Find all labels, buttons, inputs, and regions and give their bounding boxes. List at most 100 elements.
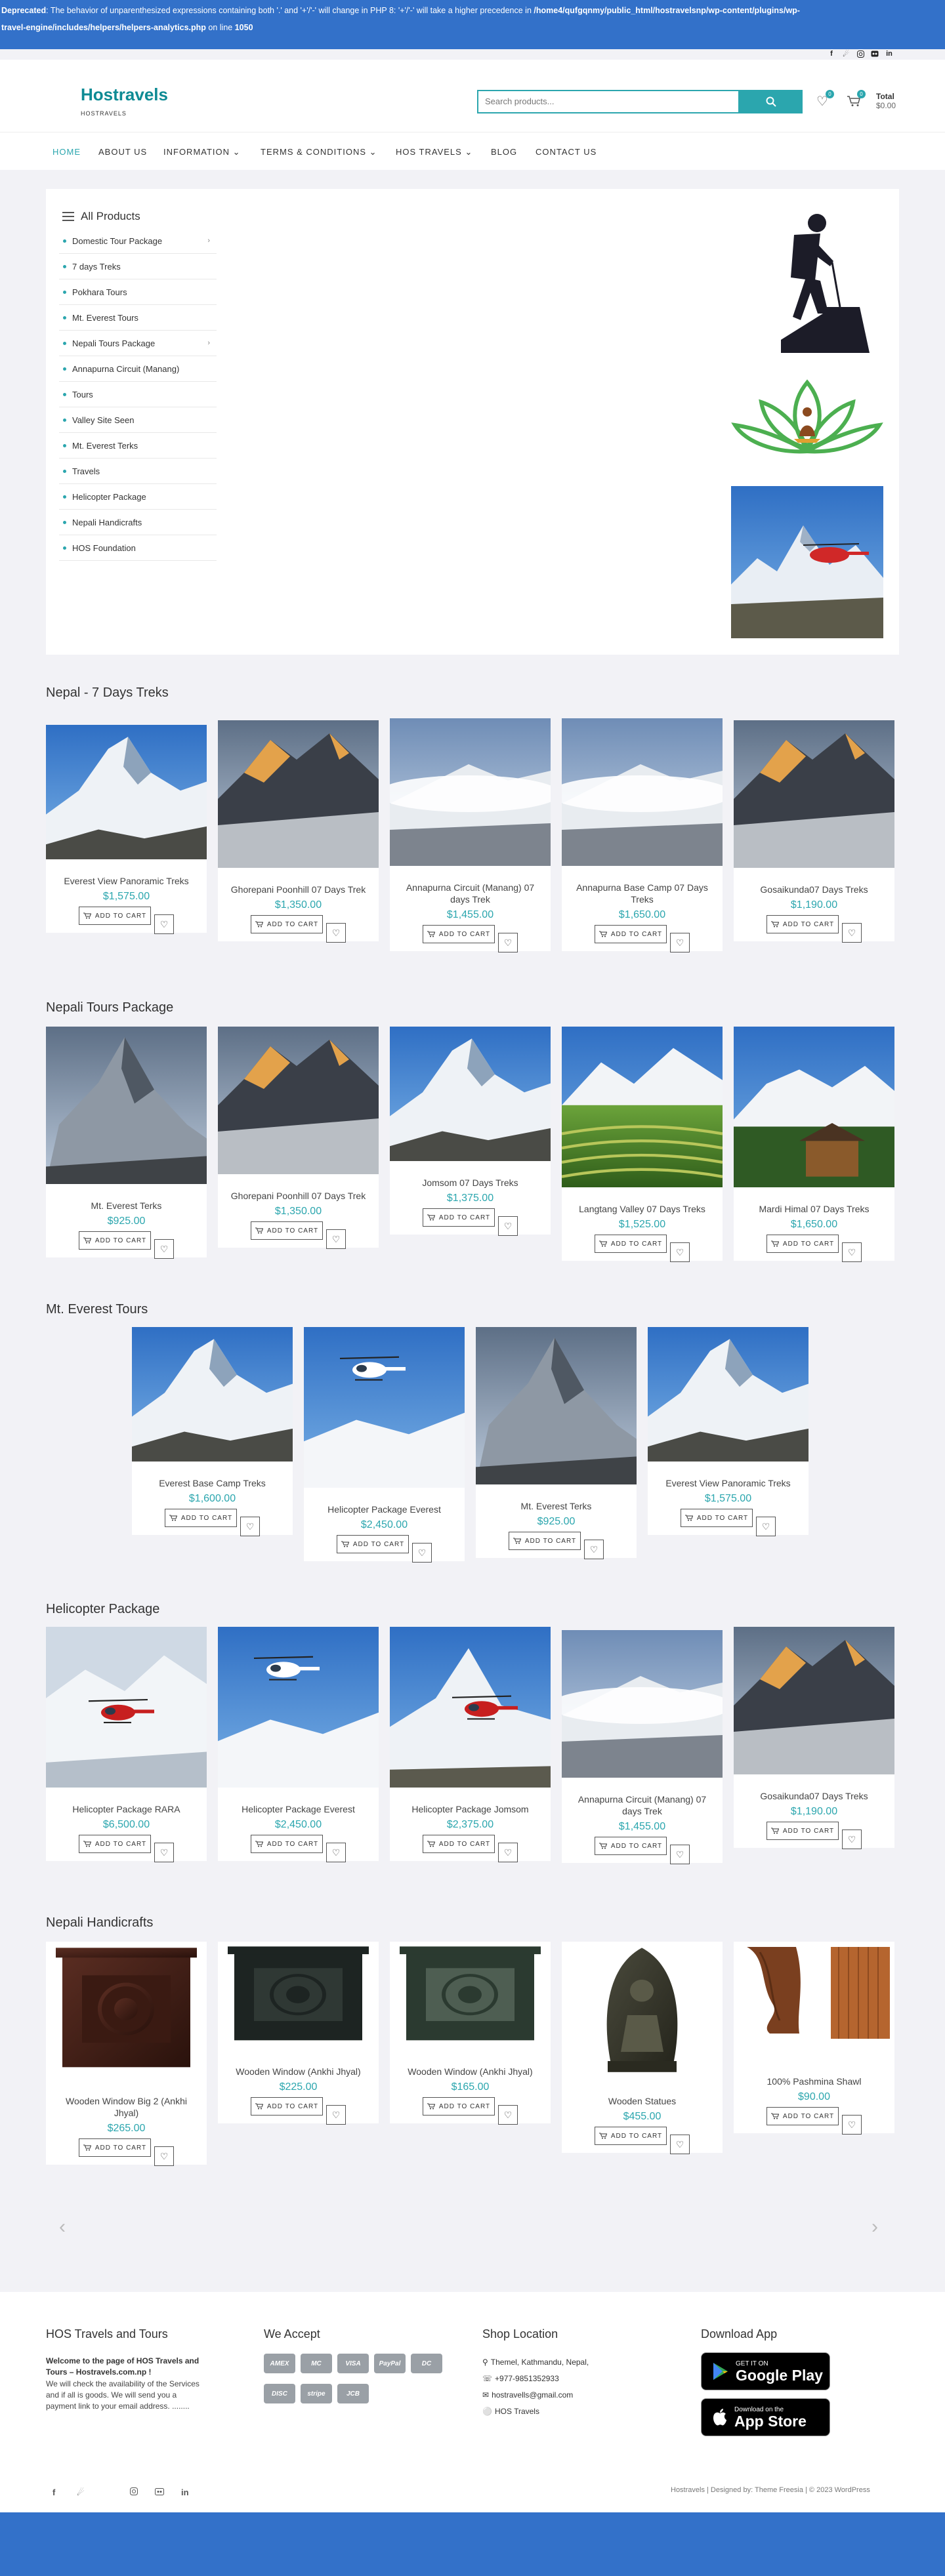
product-name[interactable]: Ghorepani Poonhill 07 Days Trek bbox=[218, 884, 379, 895]
search-button[interactable] bbox=[740, 90, 803, 113]
footer-twitter-icon[interactable]: ☄ bbox=[77, 2487, 85, 2498]
instagram-icon[interactable] bbox=[856, 49, 865, 58]
product-card[interactable]: Mardi Himal 07 Days Treks $1,650.00 ADD TO… bbox=[734, 1027, 894, 1262]
add-to-cart-button[interactable]: ADD TO CART bbox=[79, 1835, 151, 1853]
product-card[interactable]: Everest Base Camp Treks $1,600.00 ADD TO C… bbox=[132, 1327, 293, 1536]
product-image[interactable] bbox=[390, 718, 551, 866]
add-to-cart-button[interactable]: ADD TO CART bbox=[595, 2127, 667, 2145]
product-name[interactable]: Annapurna Base Camp 07 Days Treks bbox=[562, 882, 723, 905]
category-item[interactable]: Mt. Everest Tours bbox=[59, 305, 217, 331]
add-to-cart-button[interactable]: ADD TO CART bbox=[337, 1535, 409, 1553]
category-item[interactable]: Travels bbox=[59, 459, 217, 484]
product-card[interactable]: Gosaikunda07 Days Treks $1,190.00 ADD TO C… bbox=[734, 1627, 894, 1849]
product-image[interactable] bbox=[390, 1942, 551, 2050]
product-name[interactable]: Ghorepani Poonhill 07 Days Trek bbox=[218, 1190, 379, 1202]
add-to-wishlist-button[interactable]: ♡ bbox=[842, 1242, 862, 1262]
product-card[interactable]: Mt. Everest Terks $925.00 ADD TO CART ♡ bbox=[46, 1027, 207, 1259]
product-image[interactable] bbox=[390, 1627, 551, 1788]
product-image[interactable] bbox=[218, 1027, 379, 1174]
category-item[interactable]: Domestic Tour Package › bbox=[59, 228, 217, 254]
product-image[interactable] bbox=[218, 1627, 379, 1788]
add-to-wishlist-button[interactable]: ♡ bbox=[498, 2105, 518, 2125]
add-to-cart-button[interactable]: ADD TO CART bbox=[509, 1532, 581, 1550]
add-to-cart-button[interactable]: ADD TO CART bbox=[766, 1822, 839, 1840]
nav-information[interactable]: INFORMATION ⌄ bbox=[163, 147, 241, 157]
add-to-wishlist-button[interactable]: ♡ bbox=[326, 1843, 346, 1862]
footer-facebook-icon[interactable]: f bbox=[52, 2487, 55, 2497]
product-image[interactable] bbox=[304, 1327, 465, 1488]
add-to-wishlist-button[interactable]: ♡ bbox=[154, 2146, 174, 2166]
product-image[interactable] bbox=[562, 1630, 723, 1778]
product-card[interactable]: 100% Pashmina Shawl $90.00 ADD TO CART ♡ bbox=[734, 1942, 894, 2135]
product-card[interactable]: Wooden Window (Ankhi Jhyal) $225.00 ADD TO… bbox=[218, 1942, 379, 2125]
add-to-wishlist-button[interactable]: ♡ bbox=[670, 1242, 690, 1262]
product-name[interactable]: Mt. Everest Terks bbox=[46, 1200, 207, 1212]
product-name[interactable]: Annapurna Circuit (Manang) 07 days Trek bbox=[390, 882, 551, 905]
category-item[interactable]: Mt. Everest Terks bbox=[59, 433, 217, 459]
product-card[interactable]: Wooden Statues $455.00 ADD TO CART ♡ bbox=[562, 1942, 723, 2154]
product-name[interactable]: Gosaikunda07 Days Treks bbox=[734, 1790, 894, 1802]
product-card[interactable]: Helicopter Package Everest $2,450.00 ADD T… bbox=[218, 1627, 379, 1862]
product-card[interactable]: Mt. Everest Terks $925.00 ADD TO CART ♡ bbox=[476, 1327, 637, 1559]
category-item[interactable]: Pokhara Tours bbox=[59, 279, 217, 305]
product-card[interactable]: Annapurna Circuit (Manang) 07 days Trek $… bbox=[390, 718, 551, 952]
product-card[interactable]: Annapurna Base Camp 07 Days Treks $1,650.… bbox=[562, 718, 723, 952]
add-to-wishlist-button[interactable]: ♡ bbox=[670, 933, 690, 952]
category-item[interactable]: Annapurna Circuit (Manang) bbox=[59, 356, 217, 382]
product-image[interactable] bbox=[734, 1942, 894, 2060]
prev-arrow-icon[interactable]: ‹ bbox=[59, 2216, 66, 2238]
product-card[interactable]: Helicopter Package Everest $2,450.00 ADD T… bbox=[304, 1327, 465, 1563]
facebook-icon[interactable]: f bbox=[827, 49, 836, 58]
category-item[interactable]: Valley Site Seen bbox=[59, 407, 217, 433]
product-image[interactable] bbox=[218, 1942, 379, 2050]
category-item[interactable]: Nepali Tours Package › bbox=[59, 331, 217, 356]
cart-button[interactable]: 0 bbox=[845, 90, 866, 108]
footer-phone[interactable]: ☏ +977-9851352933 bbox=[482, 2374, 559, 2383]
add-to-wishlist-button[interactable]: ♡ bbox=[326, 923, 346, 943]
product-image[interactable] bbox=[734, 1027, 894, 1187]
product-name[interactable]: Wooden Statues bbox=[562, 2095, 723, 2107]
product-image[interactable] bbox=[562, 1027, 723, 1187]
add-to-wishlist-button[interactable]: ♡ bbox=[326, 2105, 346, 2125]
add-to-cart-button[interactable]: ADD TO CART bbox=[251, 915, 323, 933]
add-to-wishlist-button[interactable]: ♡ bbox=[154, 914, 174, 934]
add-to-wishlist-button[interactable]: ♡ bbox=[756, 1517, 776, 1536]
product-card[interactable]: Helicopter Package RARA $6,500.00 ADD TO C… bbox=[46, 1627, 207, 1862]
add-to-cart-button[interactable]: ADD TO CART bbox=[766, 2107, 839, 2125]
product-image[interactable] bbox=[648, 1327, 808, 1462]
product-name[interactable]: Wooden Window (Ankhi Jhyal) bbox=[390, 2066, 551, 2077]
add-to-wishlist-button[interactable]: ♡ bbox=[670, 1845, 690, 1864]
add-to-wishlist-button[interactable]: ♡ bbox=[240, 1517, 260, 1536]
footer-email[interactable]: ✉ hostravells@gmail.com bbox=[482, 2390, 573, 2400]
product-image[interactable] bbox=[390, 1027, 551, 1161]
product-name[interactable]: Everest Base Camp Treks bbox=[132, 1477, 293, 1489]
add-to-wishlist-button[interactable]: ♡ bbox=[498, 933, 518, 952]
nav-blog[interactable]: BLOG bbox=[491, 147, 517, 157]
nav-hos-travels[interactable]: HOS TRAVELS ⌄ bbox=[396, 147, 472, 157]
linkedin-icon[interactable]: in bbox=[885, 49, 894, 58]
product-card[interactable]: Everest View Panoramic Treks $1,575.00 ADD… bbox=[46, 725, 207, 934]
nav-terms[interactable]: TERMS & CONDITIONS ⌄ bbox=[261, 147, 377, 157]
category-item[interactable]: 7 days Treks bbox=[59, 254, 217, 279]
product-image[interactable] bbox=[46, 1942, 207, 2079]
category-item[interactable]: Tours bbox=[59, 382, 217, 407]
add-to-cart-button[interactable]: ADD TO CART bbox=[251, 1221, 323, 1240]
add-to-cart-button[interactable]: ADD TO CART bbox=[766, 1235, 839, 1253]
product-image[interactable] bbox=[132, 1327, 293, 1462]
product-name[interactable]: Helicopter Package Everest bbox=[218, 1803, 379, 1815]
add-to-cart-button[interactable]: ADD TO CART bbox=[251, 2097, 323, 2116]
product-card[interactable]: Jomsom 07 Days Treks $1,375.00 ADD TO CART… bbox=[390, 1027, 551, 1236]
add-to-wishlist-button[interactable]: ♡ bbox=[498, 1843, 518, 1862]
product-image[interactable] bbox=[562, 718, 723, 866]
add-to-cart-button[interactable]: ADD TO CART bbox=[681, 1509, 753, 1527]
add-to-wishlist-button[interactable]: ♡ bbox=[670, 2135, 690, 2154]
product-name[interactable]: Mt. Everest Terks bbox=[476, 1500, 637, 1512]
add-to-cart-button[interactable]: ADD TO CART bbox=[423, 2097, 495, 2116]
add-to-wishlist-button[interactable]: ♡ bbox=[154, 1843, 174, 1862]
add-to-wishlist-button[interactable]: ♡ bbox=[498, 1216, 518, 1236]
add-to-wishlist-button[interactable]: ♡ bbox=[842, 2115, 862, 2135]
nav-home[interactable]: HOME bbox=[52, 147, 81, 157]
flickr-icon[interactable] bbox=[870, 49, 879, 58]
google-play-button[interactable]: GET IT ON Google Play bbox=[701, 2352, 830, 2390]
add-to-cart-button[interactable]: ADD TO CART bbox=[595, 1235, 667, 1253]
